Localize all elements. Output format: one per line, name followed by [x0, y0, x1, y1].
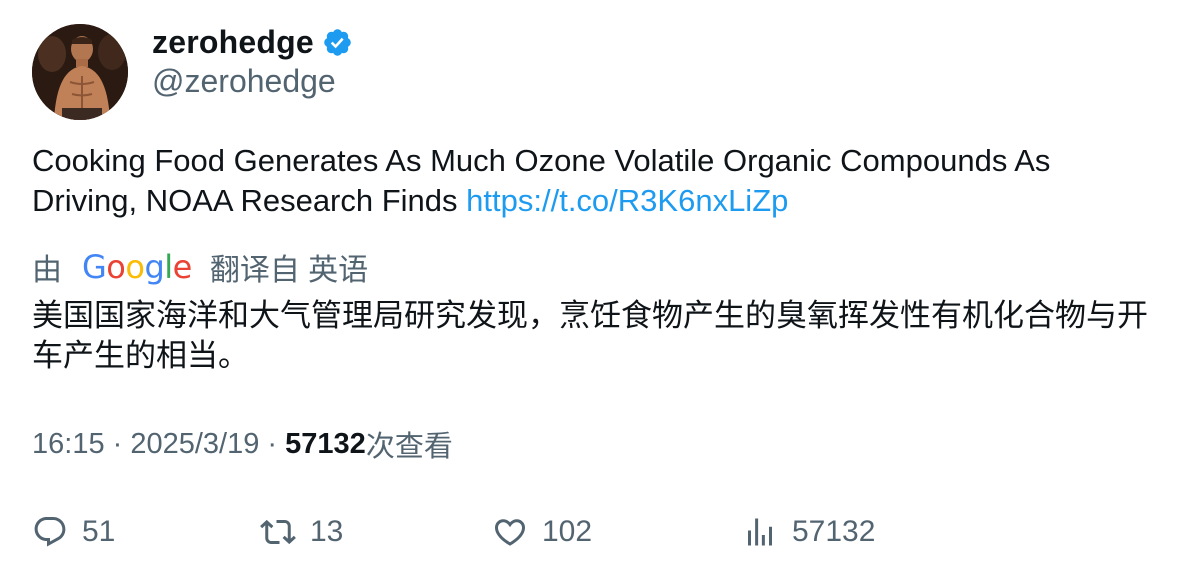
- views-action-count: 57132: [792, 515, 876, 548]
- retweet-count: 13: [310, 515, 344, 548]
- tweet-time[interactable]: 16:15: [32, 428, 105, 461]
- google-letter-3: o: [125, 248, 145, 286]
- translation-suffix: 翻译自 英语: [209, 254, 369, 287]
- verified-badge-icon: [322, 27, 353, 58]
- author-display-name[interactable]: zerohedge: [152, 24, 314, 61]
- google-logo[interactable]: Google: [82, 248, 192, 286]
- analytics-icon: [742, 514, 778, 550]
- tweet: zerohedge @zerohedge Cooking Food Genera…: [0, 0, 1196, 578]
- reply-icon: [32, 514, 68, 550]
- google-letter-4: g: [144, 248, 165, 286]
- translated-text: 美国国家海洋和大气管理局研究发现，烹饪食物产生的臭氧挥发性有机化合物与开车产生的…: [32, 298, 1148, 373]
- author-name-row: zerohedge: [152, 22, 353, 62]
- tweet-text: Cooking Food Generates As Much Ozone Vol…: [32, 141, 1162, 221]
- tweet-date[interactable]: 2025/3/19: [130, 428, 259, 461]
- tweet-link[interactable]: https://t.co/R3K6nxLiZp: [466, 183, 788, 218]
- meta-separator: ·: [259, 427, 286, 460]
- translation-attribution: 由 Google 翻译自 英语: [32, 247, 368, 287]
- like-count: 102: [542, 515, 593, 548]
- reply-button[interactable]: 51: [32, 510, 115, 554]
- google-letter-2: o: [106, 248, 126, 286]
- like-button[interactable]: 102: [492, 510, 592, 554]
- action-bar: 51 13 102 57132: [32, 510, 1132, 554]
- reply-count: 51: [82, 515, 116, 548]
- views-button[interactable]: 57132: [742, 510, 875, 554]
- google-letter-5: l: [164, 248, 173, 286]
- views-count: 57132: [285, 427, 366, 460]
- views-label: 次查看: [365, 431, 453, 463]
- avatar-photo: [32, 24, 128, 120]
- retweet-button[interactable]: 13: [260, 510, 343, 554]
- heart-icon: [492, 514, 528, 550]
- translation-prefix: 由: [32, 254, 62, 287]
- tweet-meta: 16:15 · 2025/3/19 · 57132 次查看: [32, 424, 453, 464]
- google-letter-6: e: [172, 248, 193, 286]
- meta-separator: ·: [104, 427, 131, 460]
- avatar[interactable]: [32, 24, 128, 120]
- author-handle[interactable]: @zerohedge: [152, 63, 336, 100]
- retweet-icon: [260, 514, 296, 550]
- google-letter-1: G: [82, 248, 107, 286]
